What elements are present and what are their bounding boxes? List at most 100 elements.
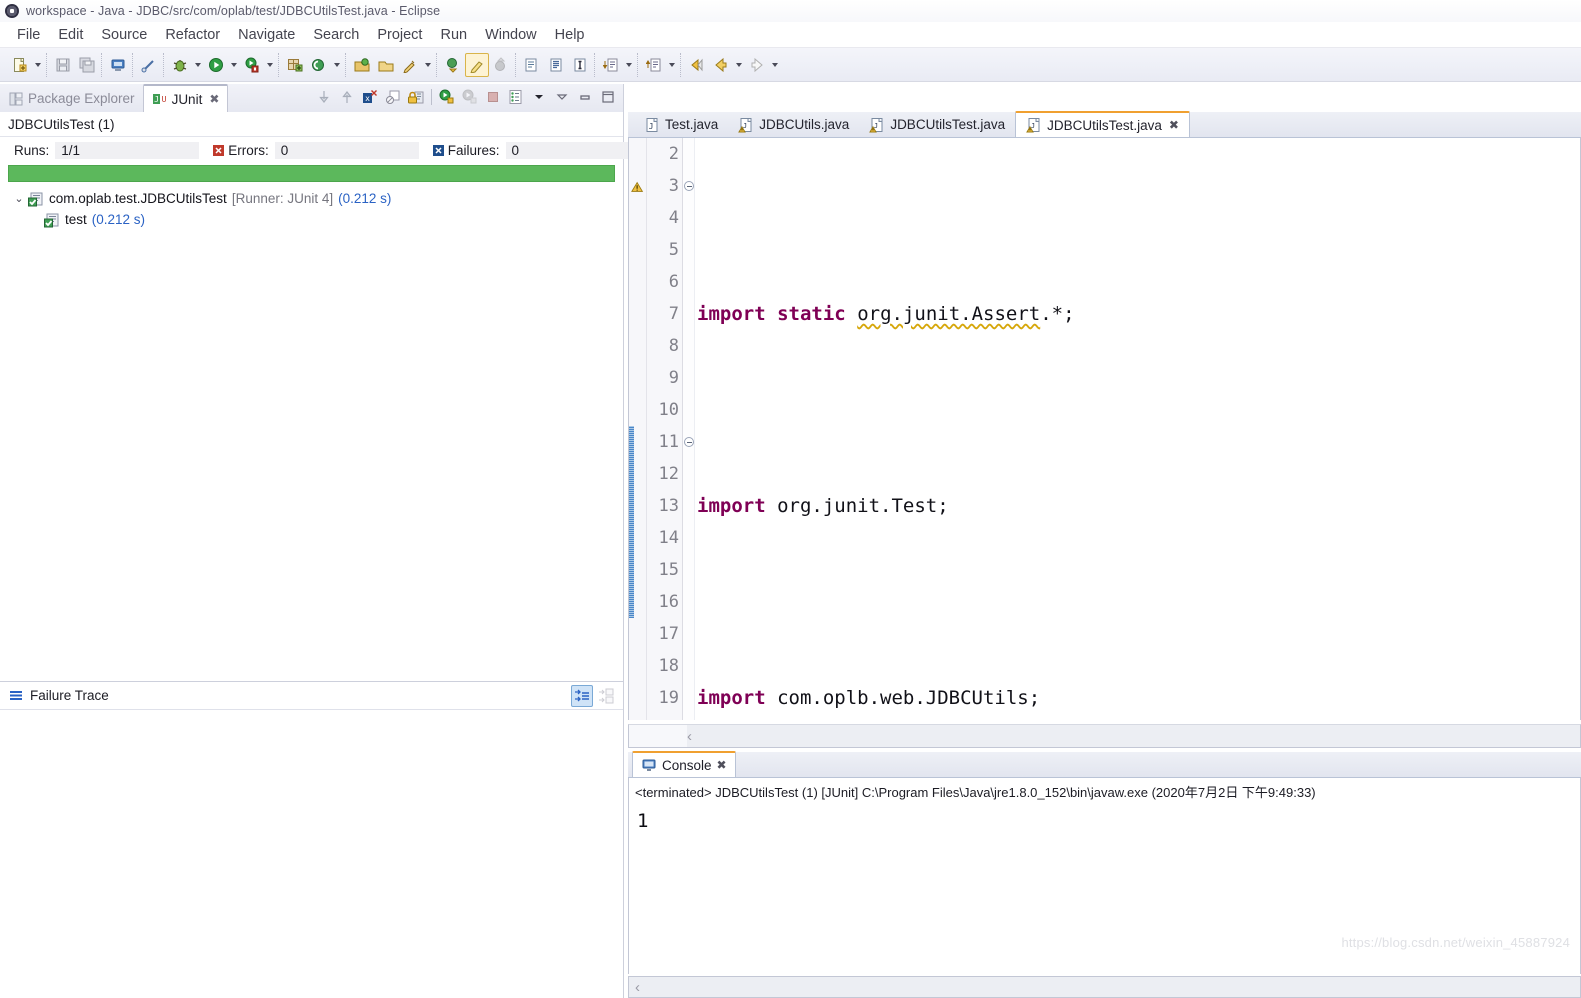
test-tree-row-class[interactable]: ⌄ com.oplab.test.JDBCUtilsTest [Runner: … [0,188,623,209]
view-menu-list-icon[interactable] [505,86,527,108]
debug-dropdown-icon[interactable] [192,53,204,77]
search-icon[interactable] [398,53,422,77]
line-number: 2 [668,144,679,164]
chevron-left-icon[interactable]: ‹ [635,979,640,996]
menu-item-search[interactable]: Search [304,25,368,45]
test-tree-row-method[interactable]: test (0.212 s) [0,209,623,230]
chevron-down-icon[interactable] [528,86,550,108]
line-number: 16 [658,592,679,612]
failure-trace-section: Failure Trace [0,681,623,998]
restore-view-icon[interactable] [574,86,596,108]
editor-horizontal-scrollbar[interactable]: ‹ [628,724,1581,748]
highlight-icon[interactable] [465,52,489,77]
editor-tab-test-java[interactable]: J Test.java [634,112,728,137]
back-history-icon[interactable] [685,53,709,77]
console-body[interactable]: <terminated> JDBCUtilsTest (1) [JUnit] C… [628,778,1581,974]
show-whitespace-icon[interactable] [544,53,568,77]
close-icon[interactable]: ✖ [1169,118,1179,132]
editor-tab-jdbcutilstest-java-2[interactable]: J JDBCUtilsTest.java ✖ [1015,111,1190,137]
next-failure-icon[interactable] [313,86,335,108]
search-dropdown-icon[interactable] [422,53,434,77]
toolbar-group-save [46,52,101,77]
toggle-word-wrap-icon[interactable] [568,53,592,77]
minimize-view-icon[interactable] [551,86,573,108]
toolbar-group-editor-toggles [515,52,594,77]
menu-item-project[interactable]: Project [368,25,431,45]
back-dropdown-icon[interactable] [733,53,745,77]
rerun-failed-icon[interactable] [459,86,481,108]
close-icon[interactable]: ✖ [209,92,219,106]
toolbar-group-print [101,52,132,77]
new-java-class-icon[interactable] [307,53,331,77]
new-java-package-icon[interactable] [283,53,307,77]
print-icon[interactable] [106,53,130,77]
run-icon[interactable] [204,53,228,77]
previous-annotation-icon[interactable] [489,53,513,77]
menu-item-edit[interactable]: Edit [49,25,92,45]
new-java-class-dropdown-icon[interactable] [331,53,343,77]
menu-item-navigate[interactable]: Navigate [229,25,304,45]
close-icon[interactable]: ✖ [717,758,727,772]
console-horizontal-scrollbar[interactable]: ‹ [628,976,1581,998]
maximize-view-icon[interactable] [597,86,619,108]
last-edit-dropdown-icon[interactable] [623,53,635,77]
rerun-test-icon[interactable] [436,86,458,108]
menu-item-source[interactable]: Source [92,25,156,45]
menu-item-window[interactable]: Window [476,25,546,45]
line-number: 8 [668,336,679,356]
counter-failures: Failures: 0 [432,142,650,159]
debug-icon[interactable] [168,53,192,77]
run-external-tools-icon[interactable] [240,53,264,77]
console-tab[interactable]: Console ✖ [632,751,736,777]
show-failures-only-icon[interactable]: x [359,86,381,108]
editor-tab-jdbcutilstest-java-1[interactable]: J JDBCUtilsTest.java [859,112,1015,137]
junit-icon: JU [152,94,166,104]
menu-item-run[interactable]: Run [431,25,476,45]
menu-item-file[interactable]: File [8,25,49,45]
fold-marker-icon[interactable] [684,437,694,447]
view-tab-package-explorer[interactable]: Package Explorer [0,85,143,112]
next-edit-dropdown-icon[interactable] [666,53,678,77]
chevron-down-icon[interactable]: ⌄ [12,192,26,206]
editor-tab-jdbcutils-java[interactable]: J JDBCUtils.java [728,112,859,137]
open-type-icon[interactable] [350,53,374,77]
eclipse-icon [4,3,20,19]
stop-icon[interactable] [482,86,504,108]
toggle-mark-occurrences-icon[interactable] [137,53,161,77]
forward-icon[interactable] [745,53,769,77]
failures-badge-icon [432,145,444,156]
stop-scroll-icon[interactable] [382,86,404,108]
run-dropdown-icon[interactable] [228,53,240,77]
test-class-name: com.oplab.test.JDBCUtilsTest [49,191,227,206]
back-icon[interactable] [709,53,733,77]
next-annotation-icon[interactable] [441,53,465,77]
failure-trace-content[interactable] [0,710,623,996]
toggle-block-selection-icon[interactable] [520,53,544,77]
save-icon[interactable] [51,53,75,77]
editor-code-pane[interactable]: import static org.junit.Assert.*; import… [695,138,1580,720]
next-edit-icon[interactable] [642,53,666,77]
compare-result-icon[interactable] [595,685,617,707]
new-wizard-dropdown-icon[interactable] [32,53,44,77]
filter-stack-trace-icon[interactable] [571,685,593,707]
watermark: https://blog.csdn.net/weixin_45887924 [1341,935,1570,950]
previous-failure-icon[interactable] [336,86,358,108]
test-class-pass-icon [28,192,43,206]
new-wizard-icon[interactable] [8,53,32,77]
last-edit-location-icon[interactable] [599,53,623,77]
console-icon [642,759,656,771]
forward-dropdown-icon[interactable] [769,53,781,77]
lock-icon[interactable] [405,86,427,108]
chevron-left-icon[interactable]: ‹ [687,728,692,745]
save-all-icon[interactable] [75,53,99,77]
java-file-icon: J [646,117,658,132]
editor-body[interactable]: 2 3 4 5 6 7 8 9 10 11 12 13 14 15 16 17 … [628,138,1581,720]
fold-marker-icon[interactable] [684,181,694,191]
run-external-dropdown-icon[interactable] [264,53,276,77]
editor-folding-column[interactable] [683,138,695,720]
menu-item-refactor[interactable]: Refactor [156,25,229,45]
view-tab-junit[interactable]: JU JUnit ✖ [142,84,229,112]
open-task-icon[interactable] [374,53,398,77]
menu-item-help[interactable]: Help [546,25,594,45]
